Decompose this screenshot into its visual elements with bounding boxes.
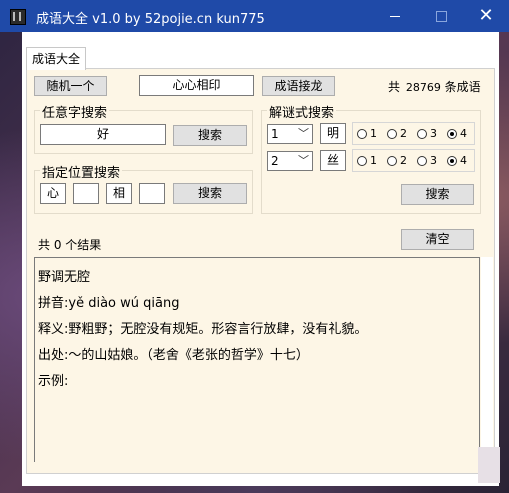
radio-1-option-1[interactable] [357, 129, 367, 139]
any-char-input[interactable]: 好 [40, 124, 166, 145]
idiom-meaning: 释义:野粗野；无腔没有规矩。形容言行放肆，没有礼貌。 [38, 322, 368, 337]
radio-2-option-3[interactable] [417, 156, 427, 166]
radio-label: 2 [400, 127, 407, 140]
window-title: 成语大全 v1.0 by 52pojie.cn kun775 [36, 12, 265, 27]
radio-label: 1 [370, 127, 377, 140]
current-idiom-field[interactable]: 心心相印 [139, 75, 254, 96]
position-search-title: 指定位置搜索 [40, 162, 123, 181]
result-count: 共 0 个结果 [38, 238, 102, 252]
radio-2-option-2[interactable] [387, 156, 397, 166]
count-value: 28769 [405, 81, 441, 94]
clear-button[interactable]: 清空 [401, 229, 474, 250]
app-icon [10, 9, 26, 25]
position-char-1[interactable]: 心 [40, 183, 66, 204]
chevron-down-icon: ﹀ [298, 154, 309, 167]
count-suffix: 条成语 [444, 80, 481, 94]
position-search-button[interactable]: 搜索 [173, 183, 247, 204]
radio-label: 3 [430, 127, 437, 140]
idiom-pinyin: 拼音:yě diào wú qiāng [38, 296, 180, 311]
title-bar[interactable]: 成语大全 v1.0 by 52pojie.cn kun775 ✕ [0, 0, 509, 32]
chevron-down-icon: ﹀ [298, 127, 309, 140]
radio-label: 2 [400, 154, 407, 167]
radio-1-option-3[interactable] [417, 129, 427, 139]
radio-label: 4 [460, 154, 467, 167]
radio-label: 4 [460, 127, 467, 140]
select-value: 2 [271, 154, 279, 168]
radio-label: 1 [370, 154, 377, 167]
riddle-char-2[interactable]: 丝 [320, 150, 346, 171]
select-value: 1 [271, 127, 279, 141]
riddle-search-button[interactable]: 搜索 [401, 184, 474, 205]
idiom-source: 出处:～的山姑娘。（老舍《老张的哲学》十七） [38, 348, 309, 363]
radio-label: 3 [430, 154, 437, 167]
riddle-position-select-2[interactable]: 2 ﹀ [267, 151, 313, 171]
close-icon: ✕ [478, 5, 494, 26]
radio-1-option-4[interactable] [447, 129, 457, 139]
idiom-title: 野调无腔 [38, 270, 91, 285]
count-prefix: 共 [388, 80, 401, 94]
position-char-3[interactable]: 相 [106, 183, 132, 204]
total-count: 共 28769 条成语 [388, 78, 481, 95]
riddle-char-1[interactable]: 明 [320, 123, 346, 144]
random-button[interactable]: 随机一个 [34, 76, 107, 96]
riddle-position-select-1[interactable]: 1 ﹀ [267, 124, 313, 144]
riddle-search-title: 解谜式搜索 [267, 102, 337, 121]
idiom-detail-box[interactable]: 野调无腔 拼音:yě diào wú qiāng 释义:野粗野；无腔没有规矩。形… [34, 257, 480, 462]
minimize-button[interactable] [372, 0, 418, 32]
tab-idioms[interactable]: 成语大全 [26, 47, 86, 70]
any-char-search-title: 任意字搜索 [40, 102, 110, 121]
idiom-chain-button[interactable]: 成语接龙 [262, 76, 335, 96]
close-button[interactable]: ✕ [463, 0, 509, 32]
any-char-search-button[interactable]: 搜索 [173, 125, 247, 146]
resize-grip[interactable] [478, 447, 500, 483]
scrollbar[interactable] [481, 257, 493, 462]
position-char-2[interactable] [73, 183, 99, 204]
radio-2-option-4[interactable] [447, 156, 457, 166]
idiom-example: 示例: [38, 374, 69, 389]
radio-1-option-2[interactable] [387, 129, 397, 139]
maximize-button[interactable] [418, 0, 464, 32]
position-char-4[interactable] [139, 183, 165, 204]
radio-2-option-1[interactable] [357, 156, 367, 166]
